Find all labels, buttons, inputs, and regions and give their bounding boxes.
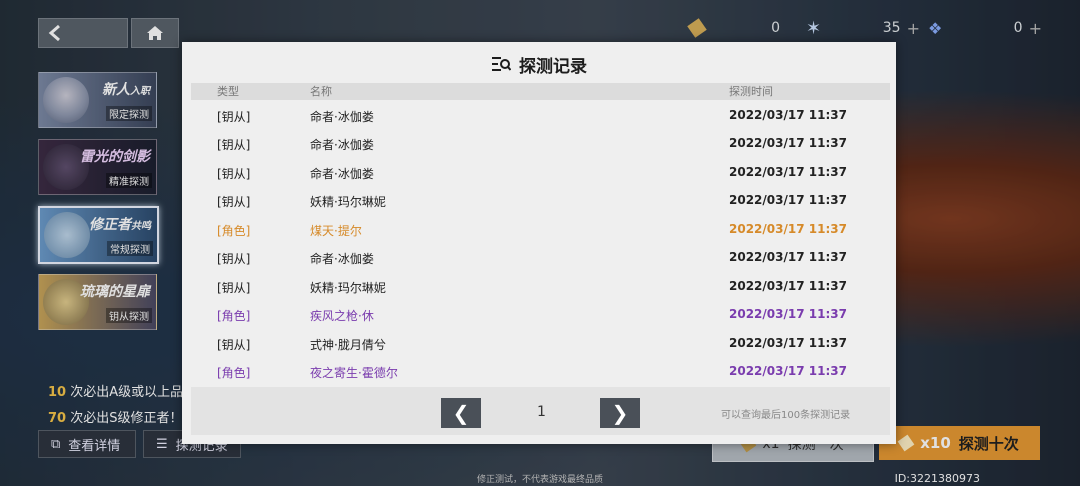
row-time: 2022/03/17 11:37 [729, 165, 847, 179]
records-modal: 探测记录 类型 名称 探测时间 [钥从] 命者·冰伽娄 2022/03/17 1… [182, 42, 896, 444]
row-type: [钥从] [217, 195, 251, 209]
row-name: 煤天·提尔 [310, 224, 362, 238]
chevron-right-icon: ❯ [611, 401, 629, 425]
table-row: [钥从] 命者·冰伽娄 2022/03/17 11:37 [191, 165, 890, 185]
table-row: [钥从] 妖精·玛尔琳妮 2022/03/17 11:37 [191, 279, 890, 299]
row-type: [钥从] [217, 252, 251, 266]
column-time: 探测时间 [729, 85, 773, 98]
row-time: 2022/03/17 11:37 [729, 364, 847, 378]
row-time: 2022/03/17 11:37 [729, 136, 847, 150]
row-time: 2022/03/17 11:37 [729, 108, 847, 122]
table-header: 类型 名称 探测时间 [191, 83, 890, 100]
row-name: 命者·冰伽娄 [310, 110, 374, 124]
row-time: 2022/03/17 11:37 [729, 193, 847, 207]
table-row: [钥从] 命者·冰伽娄 2022/03/17 11:37 [191, 250, 890, 270]
row-type: [钥从] [217, 281, 251, 295]
table-row: [钥从] 妖精·玛尔琳妮 2022/03/17 11:37 [191, 193, 890, 213]
column-name: 名称 [310, 85, 332, 98]
row-type: [角色] [217, 366, 251, 380]
row-name: 命者·冰伽娄 [310, 167, 374, 181]
page-number: 1 [537, 404, 546, 420]
chevron-left-icon: ❮ [452, 401, 470, 425]
row-type: [角色] [217, 309, 251, 323]
row-type: [钥从] [217, 110, 251, 124]
pagination-bar: ❮ 1 ❯ 可以查询最后100条探测记录 [191, 387, 890, 435]
row-name: 疾风之枪·休 [310, 309, 374, 323]
table-row: [角色] 煤天·提尔 2022/03/17 11:37 [191, 222, 890, 242]
row-type: [角色] [217, 224, 251, 238]
records-limit-note: 可以查询最后100条探测记录 [721, 410, 851, 421]
table-row: [角色] 疾风之枪·休 2022/03/17 11:37 [191, 307, 890, 327]
row-name: 命者·冰伽娄 [310, 252, 374, 266]
table-row: [钥从] 命者·冰伽娄 2022/03/17 11:37 [191, 108, 890, 128]
table-row: [钥从] 命者·冰伽娄 2022/03/17 11:37 [191, 136, 890, 156]
row-type: [钥从] [217, 167, 251, 181]
search-list-icon [492, 57, 511, 71]
row-name: 命者·冰伽娄 [310, 138, 374, 152]
column-type: 类型 [217, 85, 239, 98]
row-time: 2022/03/17 11:37 [729, 307, 847, 321]
row-name: 妖精·玛尔琳妮 [310, 281, 386, 295]
row-time: 2022/03/17 11:37 [729, 250, 847, 264]
row-type: [钥从] [217, 138, 251, 152]
modal-title: 探测记录 [182, 52, 896, 77]
row-name: 妖精·玛尔琳妮 [310, 195, 386, 209]
next-page-button[interactable]: ❯ [600, 398, 640, 428]
table-row: [钥从] 式神·胧月倩兮 2022/03/17 11:37 [191, 336, 890, 356]
row-time: 2022/03/17 11:37 [729, 279, 847, 293]
row-time: 2022/03/17 11:37 [729, 222, 847, 236]
prev-page-button[interactable]: ❮ [441, 398, 481, 428]
row-name: 式神·胧月倩兮 [310, 338, 386, 352]
row-type: [钥从] [217, 338, 251, 352]
row-time: 2022/03/17 11:37 [729, 336, 847, 350]
row-name: 夜之寄生·霍德尔 [310, 366, 398, 380]
table-row: [角色] 夜之寄生·霍德尔 2022/03/17 11:37 [191, 364, 890, 384]
modal-title-text: 探测记录 [519, 56, 587, 77]
